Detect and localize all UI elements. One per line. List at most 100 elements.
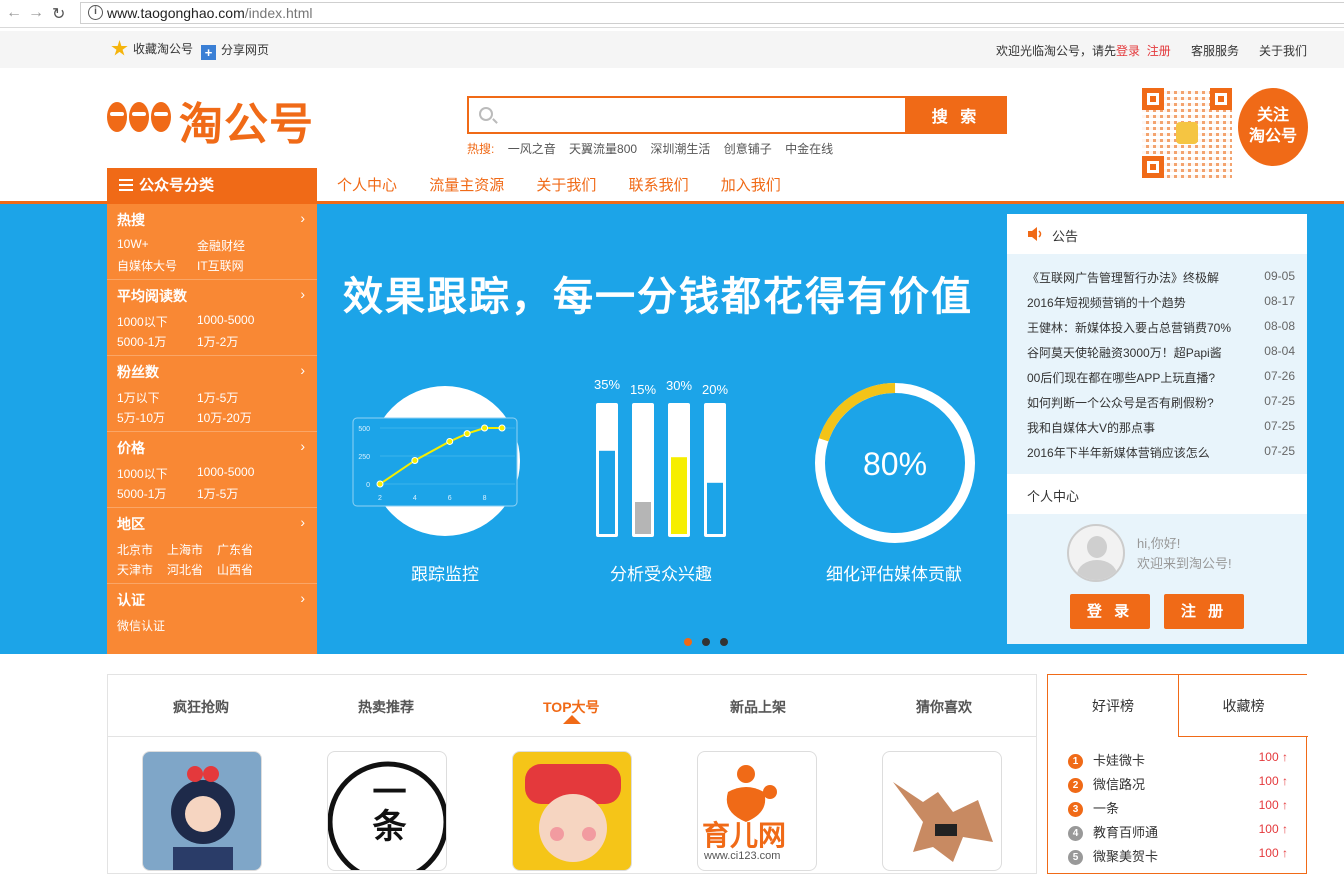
ranking-item[interactable]: 2 微信路况 100 ↑ [1068, 774, 1288, 793]
address-bar[interactable]: i www.taogonghao.com/index.html [80, 2, 1344, 24]
donut-chart: 80% [815, 383, 975, 543]
search-input[interactable] [501, 102, 901, 128]
tab-flash-sale[interactable]: 疯狂抢购 [173, 697, 229, 717]
ranking-item[interactable]: 4 教育百师通 100 ↑ [1068, 822, 1288, 841]
site-logo[interactable]: 淘公号 [107, 82, 322, 149]
category-hot[interactable]: 热搜 › 10W+ 金融财经 自媒体大号 IT互联网 [107, 204, 317, 280]
search-button[interactable]: 搜 索 [905, 96, 1007, 134]
category-link[interactable]: 1000-5000 [197, 465, 254, 479]
category-link[interactable]: 5000-1万 [117, 333, 166, 350]
category-link[interactable]: 1万-2万 [197, 333, 238, 350]
nav-item-join[interactable]: 加入我们 [721, 177, 781, 194]
hot-word[interactable]: 创意铺子 [724, 142, 772, 156]
category-fans[interactable]: 粉丝数 › 1万以下 1万-5万 5万-10万 10万-20万 [107, 356, 317, 432]
notice-item[interactable]: 《互联网广告管理暂行办法》终极解 09-05 [1027, 269, 1295, 286]
active-tab-indicator [563, 715, 581, 724]
category-link[interactable]: 北京市 [117, 541, 153, 558]
data-point [376, 480, 384, 488]
forward-icon[interactable]: → [28, 4, 44, 22]
category-link[interactable]: 10W+ [117, 237, 149, 251]
ranking-item[interactable]: 1 卡娃微卡 100 ↑ [1068, 750, 1288, 769]
nav-item-resources[interactable]: 流量主资源 [429, 177, 504, 194]
hot-word[interactable]: 中金在线 [785, 142, 833, 156]
category-link[interactable]: 河北省 [167, 561, 203, 578]
register-button[interactable]: 注 册 [1164, 594, 1244, 629]
notice-item[interactable]: 如何判断一个公众号是否有刷假粉? 07-25 [1027, 394, 1295, 411]
tab-top-rated[interactable]: 好评榜 [1048, 675, 1178, 737]
account-card[interactable] [142, 751, 262, 871]
category-link[interactable]: 山西省 [217, 561, 253, 578]
info-icon[interactable]: i [88, 5, 103, 20]
carousel-dot[interactable] [684, 638, 692, 646]
register-link[interactable]: 注册 [1147, 44, 1171, 58]
category-sidebar: 热搜 › 10W+ 金融财经 自媒体大号 IT互联网 平均阅读数 › 1000以下 … [107, 204, 317, 654]
ranking-item[interactable]: 5 微聚美贺卡 100 ↑ [1068, 846, 1288, 865]
category-link[interactable]: 广东省 [217, 541, 253, 558]
tab-hot[interactable]: 热卖推荐 [358, 697, 414, 717]
account-card[interactable]: 育儿网 www.ci123.com [697, 751, 817, 871]
category-link[interactable]: 1万以下 [117, 389, 160, 406]
category-region[interactable]: 地区 › 北京市 上海市 广东省 天津市 河北省 山西省 [107, 508, 317, 584]
category-link[interactable]: 1000以下 [117, 313, 168, 330]
share-link[interactable]: + 分享网页 [201, 41, 269, 60]
chevron-right-icon: › [300, 514, 305, 530]
back-icon[interactable]: ← [6, 4, 22, 22]
category-link[interactable]: 上海市 [167, 541, 203, 558]
login-link[interactable]: 登录 [1116, 44, 1140, 58]
category-link[interactable]: 金融财经 [197, 237, 245, 254]
notice-item[interactable]: 王健林：新媒体投入要占总营销费70% 08-08 [1027, 319, 1295, 336]
rank-name: 微信路况 [1093, 777, 1146, 792]
category-link[interactable]: 10万-20万 [197, 409, 252, 426]
notice-item[interactable]: 2016年下半年新媒体营销应该怎么 07-25 [1027, 444, 1295, 461]
carousel-dot[interactable] [720, 638, 728, 646]
account-card[interactable] [882, 751, 1002, 871]
category-link[interactable]: 5万-10万 [117, 409, 165, 426]
reload-icon[interactable]: ↻ [52, 4, 65, 24]
rank-name: 卡娃微卡 [1093, 753, 1146, 768]
tab-top[interactable]: TOP大号 [543, 697, 600, 717]
category-link[interactable]: IT互联网 [197, 257, 244, 274]
tab-guess[interactable]: 猜你喜欢 [916, 697, 972, 717]
hot-word[interactable]: 天翼流量800 [569, 142, 637, 156]
category-link[interactable]: 1000以下 [117, 465, 168, 482]
category-link[interactable]: 自媒体大号 [117, 257, 177, 274]
category-reads[interactable]: 平均阅读数 › 1000以下 1000-5000 5000-1万 1万-2万 [107, 280, 317, 356]
hot-word[interactable]: 一风之音 [508, 142, 556, 156]
tab-most-favorited[interactable]: 收藏榜 [1178, 675, 1308, 737]
y-tick-label: 0 [366, 482, 370, 489]
plus-icon: + [201, 45, 216, 60]
notice-item-date: 08-08 [1264, 319, 1295, 333]
account-card[interactable]: 一条 [327, 751, 447, 871]
tab-new[interactable]: 新品上架 [730, 697, 786, 717]
category-link[interactable]: 微信认证 [117, 617, 165, 634]
category-price[interactable]: 价格 › 1000以下 1000-5000 5000-1万 1万-5万 [107, 432, 317, 508]
avatar [1067, 524, 1125, 582]
arrow-up-icon: ↑ [1278, 750, 1288, 764]
login-button[interactable]: 登 录 [1070, 594, 1150, 629]
category-cert[interactable]: 认证 › 微信认证 [107, 584, 317, 660]
notice-item[interactable]: 2016年短视频营销的十个趋势 08-17 [1027, 294, 1295, 311]
notice-item[interactable]: 00后们现在都在哪些APP上玩直播? 07-26 [1027, 369, 1295, 386]
category-link[interactable]: 1万-5万 [197, 485, 238, 502]
category-link[interactable]: 天津市 [117, 561, 153, 578]
nav-item-about[interactable]: 关于我们 [536, 177, 596, 194]
speaker-icon [1028, 227, 1042, 241]
bar [671, 457, 687, 534]
service-link[interactable]: 客服服务 [1191, 42, 1239, 59]
notice-item[interactable]: 谷阿莫天使轮融资3000万！超Papi酱 08-04 [1027, 344, 1295, 361]
category-link[interactable]: 5000-1万 [117, 485, 166, 502]
nav-item-contact[interactable]: 联系我们 [629, 177, 689, 194]
carousel-dots [684, 633, 738, 651]
category-link[interactable]: 1万-5万 [197, 389, 238, 406]
category-link[interactable]: 1000-5000 [197, 313, 254, 327]
about-link[interactable]: 关于我们 [1259, 42, 1307, 59]
ranking-item[interactable]: 3 一条 100 ↑ [1068, 798, 1288, 817]
account-card[interactable] [512, 751, 632, 871]
nav-item-personal[interactable]: 个人中心 [337, 177, 397, 194]
follow-badge[interactable]: 关注 淘公号 [1238, 88, 1308, 166]
favorite-link[interactable]: 收藏淘公号 [111, 40, 193, 57]
category-header[interactable]: 公众号分类 [107, 168, 317, 204]
hot-word[interactable]: 深圳潮生活 [650, 142, 710, 156]
carousel-dot[interactable] [702, 638, 710, 646]
notice-item[interactable]: 我和自媒体大V的那点事 07-25 [1027, 419, 1295, 436]
